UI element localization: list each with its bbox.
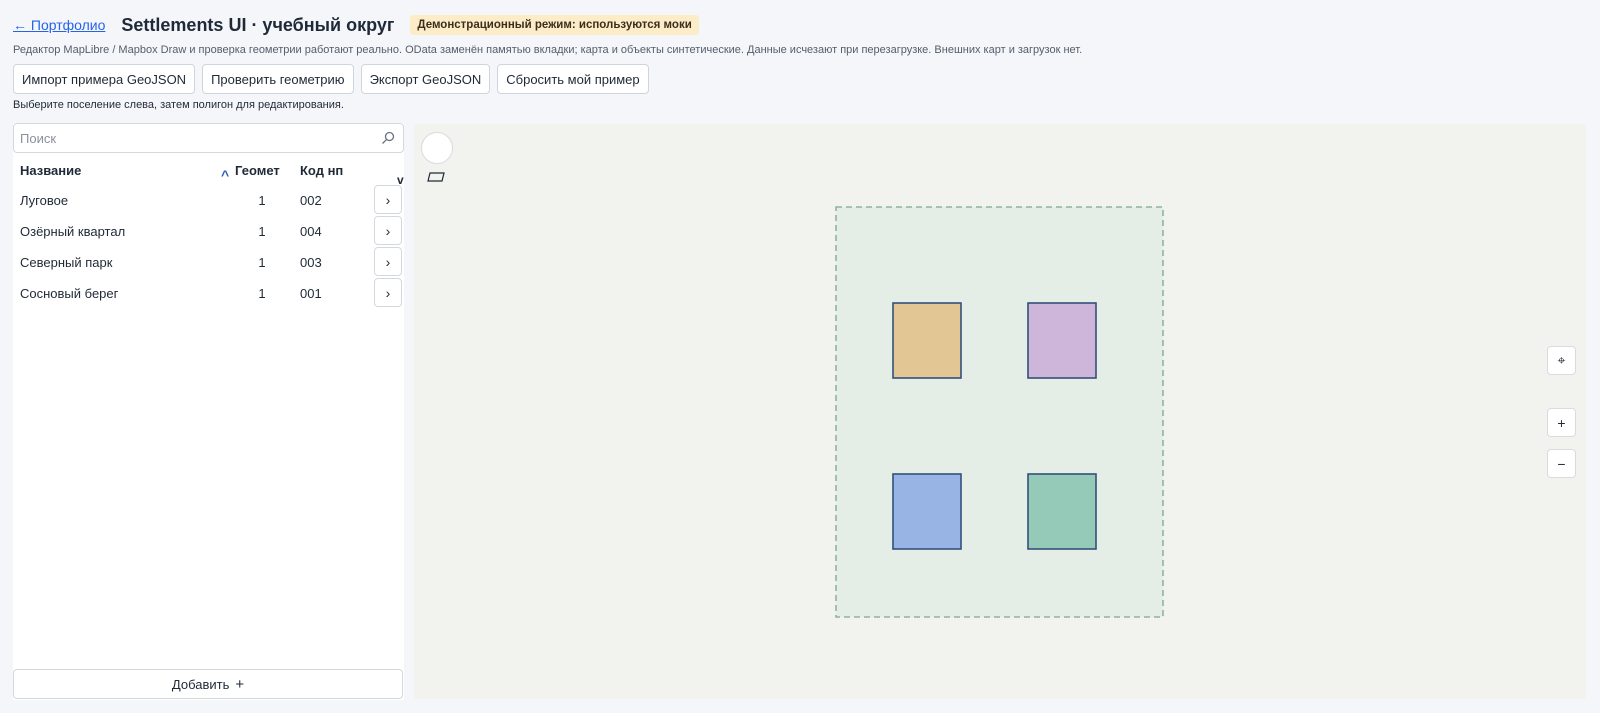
header: ← Портфолио Settlements UI · учебный окр…: [13, 14, 699, 36]
map-layer: [835, 206, 1164, 618]
table-row[interactable]: Сосновый берег 1 001 ›: [13, 278, 404, 309]
settlement-polygon[interactable]: [892, 473, 962, 550]
validate-geometry-button[interactable]: Проверить геометрию: [202, 64, 354, 94]
column-header-name[interactable]: Название: [20, 163, 81, 178]
row-code: 001: [300, 286, 322, 301]
table-row[interactable]: Луговое 1 002 ›: [13, 185, 404, 216]
search-icon[interactable]: [381, 131, 395, 145]
reset-example-button[interactable]: Сбросить мой пример: [497, 64, 649, 94]
add-settlement-button[interactable]: Добавить +: [13, 669, 403, 699]
page-description: Редактор MapLibre / Mapbox Draw и провер…: [13, 44, 1083, 56]
row-geometry-count: 1: [258, 286, 266, 301]
row-geometry-count: 1: [258, 224, 266, 239]
row-geometry-count: 1: [258, 255, 266, 270]
settlement-polygon[interactable]: [892, 302, 962, 379]
row-name: Луговое: [20, 193, 69, 208]
open-row-button[interactable]: ›: [374, 278, 402, 307]
settlements-list: Луговое 1 002 › Озёрный квартал 1 004 › …: [13, 185, 404, 309]
table-header: Название ^ Геомет Код нп v: [13, 159, 404, 187]
import-geojson-button[interactable]: Импорт примера GeoJSON: [13, 64, 196, 94]
table-row[interactable]: Озёрный квартал 1 004 ›: [13, 216, 404, 247]
zoom-in-button[interactable]: +: [1547, 408, 1576, 437]
row-code: 004: [300, 224, 322, 239]
open-row-button[interactable]: ›: [374, 247, 402, 276]
settlement-polygon[interactable]: [1027, 473, 1097, 550]
export-geojson-button[interactable]: Экспорт GeoJSON: [360, 64, 491, 94]
row-name: Сосновый берег: [20, 286, 119, 301]
sort-asc-indicator[interactable]: ^: [221, 167, 229, 183]
row-code: 002: [300, 193, 322, 208]
open-row-button[interactable]: ›: [374, 216, 402, 245]
page-title: Settlements UI · учебный округ: [121, 14, 395, 35]
row-name: Озёрный квартал: [20, 224, 126, 239]
compass-reset-button[interactable]: ⌖: [1547, 346, 1576, 375]
table-row[interactable]: Северный парк 1 003 ›: [13, 247, 404, 278]
draw-polygon-tool-icon[interactable]: [426, 170, 446, 184]
search-input[interactable]: [14, 124, 374, 152]
back-to-portfolio-link[interactable]: ← Портфолио: [13, 17, 105, 33]
plus-icon: +: [235, 675, 245, 693]
column-header-code[interactable]: Код нп: [300, 163, 343, 178]
map-canvas[interactable]: ⌖ + −: [414, 124, 1586, 699]
row-name: Северный парк: [20, 255, 113, 270]
zoom-out-button[interactable]: −: [1547, 449, 1576, 478]
column-header-geometry[interactable]: Геомет: [235, 163, 280, 178]
row-code: 003: [300, 255, 322, 270]
demo-mode-badge: Демонстрационный режим: используются мок…: [410, 15, 699, 35]
settlement-polygon[interactable]: [1027, 302, 1097, 379]
open-row-button[interactable]: ›: [374, 185, 402, 214]
settlements-panel: Название ^ Геомет Код нп v Луговое 1 002…: [13, 123, 404, 700]
row-geometry-count: 1: [258, 193, 266, 208]
toolbar: Импорт примера GeoJSON Проверить геометр…: [13, 64, 649, 94]
selection-hint: Выберите поселение слева, затем полигон …: [13, 99, 344, 111]
district-boundary-polygon[interactable]: [835, 206, 1164, 618]
draw-point-tool-button[interactable]: [421, 132, 453, 164]
add-button-label: Добавить: [171, 676, 230, 692]
search-box: [13, 123, 404, 153]
